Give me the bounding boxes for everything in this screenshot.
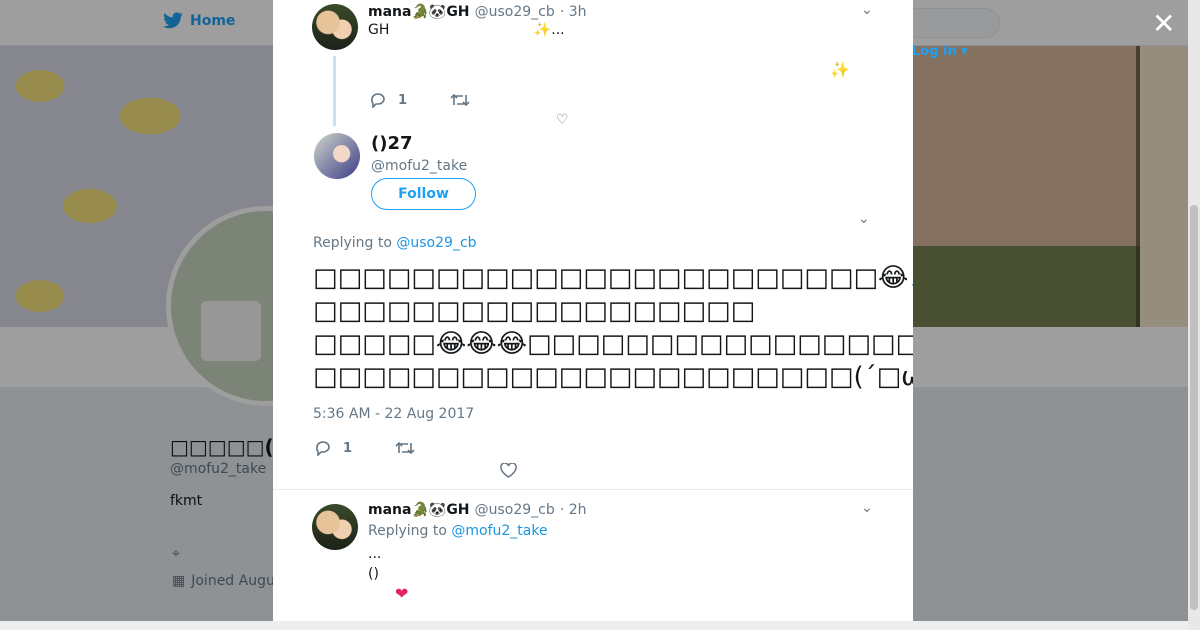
retweet-icon xyxy=(395,441,415,455)
author-handle[interactable]: @uso29_cb xyxy=(475,502,555,518)
tweet-text-line: □□□□□□□□□□□□□□□□□□ xyxy=(313,296,756,326)
replying-to: Replying to @mofu2_take xyxy=(368,523,548,539)
retweet-button[interactable] xyxy=(395,441,415,455)
replying-to-link[interactable]: @uso29_cb xyxy=(396,235,476,251)
tweet-text-line: □□□□□□□□□□□□□□□□□□□□□□□😂🙏 xyxy=(313,263,913,293)
avatar[interactable] xyxy=(314,133,360,179)
chevron-down-icon[interactable]: ⌄ xyxy=(858,211,870,227)
reply-tweet[interactable]: mana🐊🐼GH @uso29_cb · 2h ⌄ Replying to @m… xyxy=(273,490,913,630)
replying-prefix: Replying to xyxy=(368,523,447,539)
replying-to-link[interactable]: @mofu2_take xyxy=(451,523,547,539)
author-name[interactable]: mana🐊🐼GH xyxy=(368,502,470,518)
tweet-text-line: □□□□□😂😂😂□□□□□□□□□□□□□□□□□□□□□□□□□□□□□□□□… xyxy=(313,329,913,359)
reply-icon xyxy=(316,441,330,456)
like-button[interactable] xyxy=(500,463,517,478)
nav-login-label: Log in xyxy=(912,44,957,59)
tweet-text: □□□□□□□□□□□□□□□□□□□□□□□😂🙏 □□□□□□□□□□□□□□… xyxy=(313,262,913,394)
tweet-text-line: □□□□□□□□□□□□□□□□□□□□□□(´□ω□`)(´□ω□`)(´□ω… xyxy=(313,362,913,392)
replying-prefix: Replying to xyxy=(313,235,392,251)
vertical-scrollbar[interactable] xyxy=(1188,0,1200,630)
heart-emoji: ❤ xyxy=(395,584,409,603)
tweet-permalink-modal: mana🐊🐼GH @uso29_cb · 3h ⌄ GH ✨... ✨ 1 ♡ … xyxy=(273,0,913,630)
nav-login[interactable]: Log in ▾ xyxy=(912,44,968,59)
heart-icon xyxy=(500,463,517,478)
tweet-timestamp[interactable]: 5:36 AM - 22 Aug 2017 xyxy=(313,406,474,422)
reply-button[interactable]: 1 xyxy=(315,440,352,456)
tweet-text-line: ... xyxy=(368,546,382,562)
author-handle[interactable]: @mofu2_take xyxy=(371,158,467,174)
follow-button[interactable]: Follow xyxy=(371,178,476,210)
author-name[interactable]: ()27 xyxy=(371,133,413,154)
main-tweet: ()27 @mofu2_take Follow ⌄ Replying to @u… xyxy=(273,0,913,489)
scrollbar-thumb[interactable] xyxy=(1190,205,1198,610)
replying-to: Replying to @uso29_cb xyxy=(313,235,477,251)
close-icon[interactable]: ✕ xyxy=(1152,10,1175,38)
tweet-text-line: () xyxy=(368,566,379,582)
reply-count: 1 xyxy=(343,440,353,456)
chevron-down-icon: ▾ xyxy=(961,44,968,59)
avatar[interactable] xyxy=(312,504,358,550)
horizontal-scrollbar[interactable] xyxy=(0,621,1188,630)
chevron-down-icon[interactable]: ⌄ xyxy=(861,500,873,516)
tweet-time[interactable]: · 2h xyxy=(560,502,587,518)
